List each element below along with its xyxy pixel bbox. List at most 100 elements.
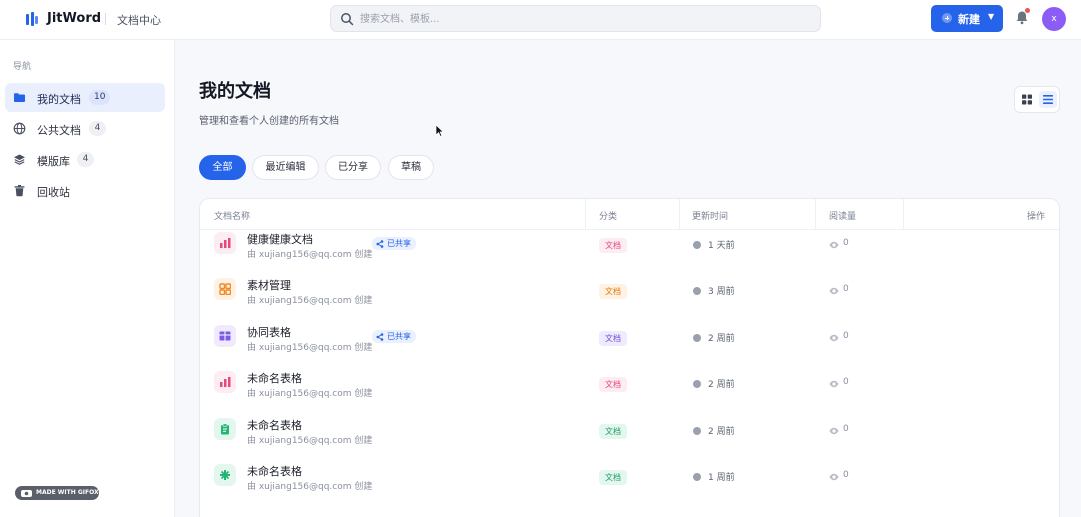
count-badge: 10	[89, 90, 111, 105]
folder-icon	[14, 93, 25, 102]
category-badge: 文档	[599, 423, 627, 439]
count-badge: 4	[89, 121, 106, 136]
sidebar-item-label: 公共文档	[37, 124, 81, 137]
table-row[interactable]: 未命名表格 由 xujiang156@qq.com 创建 文档 2 周前 0	[200, 361, 1059, 407]
table-row[interactable]: 健康健康文档 已共享 由 xujiang156@qq.com 创建 文档 1 天…	[200, 222, 1059, 268]
updated-time: 2 周前	[708, 380, 735, 391]
doc-name[interactable]: 健康健康文档	[247, 231, 313, 247]
table-row[interactable]: 协同表格 已共享 由 xujiang156@qq.com 创建 文档 2 周前 …	[200, 315, 1059, 361]
top-bar: JitWord 文档中心 新建 ▼ x	[0, 0, 1081, 40]
count-badge: 4	[77, 152, 94, 167]
view-count: 0	[843, 423, 849, 434]
doc-name[interactable]: 未命名表格	[247, 463, 302, 479]
grid-icon	[219, 283, 231, 296]
category-badge: 文档	[599, 377, 627, 393]
doc-type-icon	[214, 417, 236, 440]
tab-shared[interactable]: 已分享	[325, 155, 381, 180]
tab-all[interactable]: 全部	[199, 155, 246, 180]
view-count: 0	[843, 238, 849, 248]
column-header-name[interactable]: 文档名称	[214, 209, 250, 222]
list-icon	[1043, 95, 1053, 104]
clock-icon	[693, 473, 701, 481]
tab-recent[interactable]: 最近编辑	[252, 155, 319, 180]
table-row[interactable]: 未命名表格 由 xujiang156@qq.com 创建 文档 2 周前 0	[200, 408, 1059, 454]
list-view-button[interactable]	[1039, 91, 1057, 108]
search-input[interactable]	[360, 11, 800, 27]
table-icon	[219, 331, 231, 341]
sidebar-item-label: 回收站	[37, 186, 70, 199]
shared-label: 已共享	[387, 239, 411, 248]
category-badge: 文档	[599, 470, 627, 485]
sidebar-item-public-docs[interactable]: 公共文档 4	[5, 114, 165, 143]
doc-type-icon	[214, 278, 236, 301]
clipboard-icon	[221, 423, 229, 435]
updated-time: 3 周前	[708, 287, 735, 298]
clock-icon	[693, 426, 701, 435]
clock-icon	[693, 380, 701, 389]
tab-drafts[interactable]: 草稿	[388, 155, 434, 180]
gifox-text: MADE WITH GIFOX	[36, 489, 99, 496]
new-button[interactable]: 新建 ▼	[931, 5, 1003, 32]
clock-icon	[693, 287, 701, 296]
gifox-badge: MADE WITH GIFOX	[15, 486, 99, 500]
search-box[interactable]	[330, 5, 821, 32]
sidebar-item-templates[interactable]: 模版库 4	[5, 145, 165, 174]
doc-owner: 由 xujiang156@qq.com 创建	[247, 250, 373, 260]
brand-name[interactable]: JitWord	[47, 11, 101, 26]
shared-label: 已共享	[387, 331, 411, 341]
sidebar-item-my-docs[interactable]: 我的文档 10	[5, 83, 165, 112]
layers-icon	[14, 154, 25, 165]
doc-name[interactable]: 未命名表格	[247, 370, 302, 386]
column-header-category[interactable]: 分类	[599, 209, 617, 222]
eye-icon	[829, 241, 839, 249]
sidebar-item-label: 我的文档	[37, 93, 81, 106]
section-title[interactable]: 文档中心	[117, 12, 161, 28]
doc-type-icon	[214, 371, 236, 394]
doc-owner: 由 xujiang156@qq.com 创建	[247, 389, 373, 400]
column-header-actions: 操作	[1027, 212, 1046, 222]
share-icon	[376, 240, 384, 248]
table-row[interactable]: 未命名表格 由 xujiang156@qq.com 创建 文档 1 周前 0	[200, 454, 1059, 500]
trash-icon	[14, 185, 25, 197]
grid-icon	[1022, 94, 1032, 105]
category-badge: 文档	[599, 284, 627, 300]
doc-type-icon	[214, 464, 236, 486]
page-title: 我的文档	[199, 81, 271, 102]
chevron-down-icon: ▼	[988, 12, 995, 21]
updated-time: 1 天前	[708, 241, 735, 251]
table-row[interactable]: 素材管理 由 xujiang156@qq.com 创建 文档 3 周前 0	[200, 268, 1059, 314]
globe-icon	[13, 122, 26, 135]
clock-icon	[693, 333, 701, 342]
shared-badge: 已共享	[372, 329, 416, 343]
view-count: 0	[843, 377, 849, 388]
doc-name[interactable]: 未命名表格	[247, 417, 302, 433]
column-header-views[interactable]: 阅读量	[829, 209, 856, 222]
updated-time: 2 周前	[708, 426, 735, 437]
doc-type-icon	[214, 232, 236, 254]
eye-icon	[829, 427, 839, 434]
column-header-updated[interactable]: 更新时间	[692, 209, 728, 222]
bar-chart-icon	[220, 377, 231, 388]
camera-icon	[21, 490, 32, 497]
grid-view-button[interactable]	[1018, 91, 1036, 108]
sidebar-item-label: 模版库	[37, 155, 70, 168]
updated-time: 2 周前	[708, 333, 735, 344]
new-button-label: 新建	[958, 13, 980, 26]
eye-icon	[829, 334, 839, 341]
documents-table: 文档名称 分类 更新时间 阅读量 操作 健康健康文档 已共享 由 xujiang…	[199, 198, 1060, 517]
doc-name[interactable]: 协同表格	[247, 324, 291, 340]
view-count: 0	[843, 470, 849, 480]
doc-owner: 由 xujiang156@qq.com 创建	[247, 342, 373, 353]
doc-owner: 由 xujiang156@qq.com 创建	[247, 482, 373, 492]
category-badge: 文档	[599, 330, 627, 346]
sidebar-item-trash[interactable]: 回收站	[5, 176, 165, 205]
category-badge: 文档	[599, 238, 627, 253]
shared-badge: 已共享	[372, 237, 416, 250]
avatar[interactable]: x	[1042, 7, 1066, 31]
clock-icon	[693, 241, 701, 249]
sidebar: 导航 我的文档 10 公共文档 4 模版库 4 回收站 MADE WITH GI…	[0, 40, 175, 517]
share-icon	[376, 332, 384, 341]
search-icon	[341, 13, 354, 26]
jitword-logo-icon[interactable]	[25, 11, 39, 27]
doc-name[interactable]: 素材管理	[247, 277, 291, 293]
